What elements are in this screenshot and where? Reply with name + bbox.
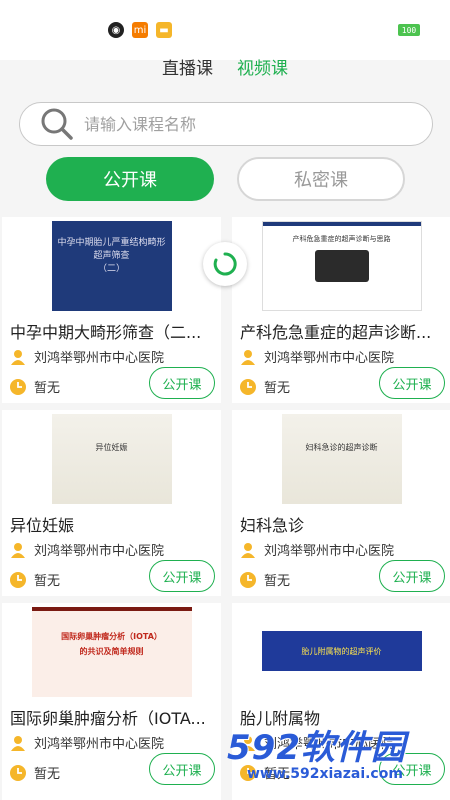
public-course-button[interactable]: 公开课	[149, 367, 215, 399]
clock-icon	[240, 378, 256, 395]
clock-icon	[240, 571, 256, 588]
user-icon	[11, 735, 25, 751]
course-title: 中孕中期大畸形筛查（二...	[10, 323, 202, 342]
course-time: 暂无	[10, 377, 60, 396]
teacher-name: 刘鸿举鄂州市中心医院	[34, 351, 165, 366]
course-thumbnail: 产科危急重症的超声诊断与思路	[261, 221, 422, 311]
public-course-button[interactable]: 公开课	[149, 753, 215, 785]
user-icon	[11, 542, 25, 558]
course-thumbnail: 国际卵巢肿瘤分析（IOTA） 的共识及简单规则	[31, 607, 192, 697]
top-tabs: 直播课 视频课	[0, 54, 450, 79]
public-course-button[interactable]: 公开课	[379, 560, 445, 592]
time-value: 暂无	[264, 574, 291, 589]
course-thumbnail: 中孕中期胎儿严重结构畸形 超声筛查 （二）	[51, 221, 172, 311]
thumbnail-text: 国际卵巢肿瘤分析（IOTA）	[61, 632, 162, 641]
course-card[interactable]: 中孕中期胎儿严重结构畸形 超声筛查 （二） 中孕中期大畸形筛查（二... 刘鸿举…	[2, 217, 221, 403]
clock-icon	[10, 571, 26, 588]
search-input[interactable]	[84, 114, 404, 134]
tab-live[interactable]: 直播课	[162, 54, 213, 79]
course-teacher: 刘鸿举鄂州市中心医院	[10, 347, 164, 366]
clock-icon	[10, 764, 26, 781]
course-title: 妇科急诊	[240, 516, 305, 535]
user-icon	[241, 542, 255, 558]
message-icon: ▬	[156, 22, 172, 38]
course-teacher: 刘鸿举鄂州市中心医院	[10, 540, 164, 559]
public-course-button[interactable]: 公开课	[149, 560, 215, 592]
course-thumbnail: 异位妊娠	[51, 414, 172, 504]
search-bar[interactable]	[19, 102, 433, 146]
user-icon	[11, 349, 25, 365]
battery-icon: 100	[398, 24, 420, 36]
course-title: 产科危急重症的超声诊断...	[240, 323, 432, 342]
time-value: 暂无	[34, 574, 61, 589]
tab-video[interactable]: 视频课	[237, 54, 288, 79]
watermark-url: www.592xiazai.com	[247, 766, 403, 782]
watermark-brand: 592软件园	[227, 728, 406, 768]
course-teacher: 刘鸿举鄂州市中心医院	[10, 733, 164, 752]
teacher-name: 刘鸿举鄂州市中心医院	[264, 351, 395, 366]
course-time: 暂无	[240, 377, 290, 396]
thumbnail-text: 产科危急重症的超声诊断与思路	[292, 235, 391, 243]
segment-public[interactable]: 公开课	[46, 157, 214, 201]
course-teacher: 刘鸿举鄂州市中心医院	[240, 347, 394, 366]
course-card[interactable]: 妇科急诊的超声诊断 妇科急诊 刘鸿举鄂州市中心医院 暂无 公开课	[232, 410, 450, 596]
course-time: 暂无	[240, 570, 290, 589]
thumbnail-text: 超声筛查	[93, 251, 130, 261]
course-card[interactable]: 国际卵巢肿瘤分析（IOTA） 的共识及简单规则 国际卵巢肿瘤分析（IOTA...…	[2, 603, 221, 800]
time-value: 暂无	[34, 381, 61, 396]
thumbnail-text: （二）	[97, 264, 125, 274]
time-value: 暂无	[264, 381, 291, 396]
search-icon	[41, 108, 73, 140]
notification-icons: ◉ mi ▬	[108, 22, 172, 38]
course-title: 异位妊娠	[10, 516, 75, 535]
thumbnail-text: 胎儿附属物的超声评价	[301, 646, 382, 656]
teacher-name: 刘鸿举鄂州市中心医院	[34, 544, 165, 559]
qq-icon: ◉	[108, 22, 124, 38]
course-teacher: 刘鸿举鄂州市中心医院	[240, 540, 394, 559]
time-value: 暂无	[34, 767, 61, 782]
thumbnail-text: 的共识及简单规则	[79, 647, 144, 656]
clock-icon	[10, 378, 26, 395]
course-thumbnail: 胎儿附属物的超声评价	[261, 607, 422, 697]
course-card[interactable]: 产科危急重症的超声诊断与思路 产科危急重症的超声诊断... 刘鸿举鄂州市中心医院…	[232, 217, 450, 403]
segment-private[interactable]: 私密课	[237, 157, 405, 201]
mi-icon: mi	[132, 22, 148, 38]
course-time: 暂无	[10, 570, 60, 589]
public-course-button[interactable]: 公开课	[379, 367, 445, 399]
teacher-name: 刘鸿举鄂州市中心医院	[264, 544, 395, 559]
course-title: 国际卵巢肿瘤分析（IOTA...	[10, 709, 206, 728]
user-icon	[241, 349, 255, 365]
thumbnail-text: 中孕中期胎儿严重结构畸形	[57, 238, 166, 248]
loading-spinner-icon	[203, 242, 247, 286]
status-bar: ◉ mi ▬ 100	[0, 0, 450, 60]
thumbnail-text: 妇科急诊的超声诊断	[305, 443, 378, 452]
course-thumbnail: 妇科急诊的超声诊断	[281, 414, 402, 504]
course-card[interactable]: 异位妊娠 异位妊娠 刘鸿举鄂州市中心医院 暂无 公开课	[2, 410, 221, 596]
thumbnail-text: 异位妊娠	[95, 443, 128, 452]
course-time: 暂无	[10, 763, 60, 782]
teacher-name: 刘鸿举鄂州市中心医院	[34, 737, 165, 752]
watermark: 592软件园 www.592xiazai.com	[225, 720, 450, 800]
